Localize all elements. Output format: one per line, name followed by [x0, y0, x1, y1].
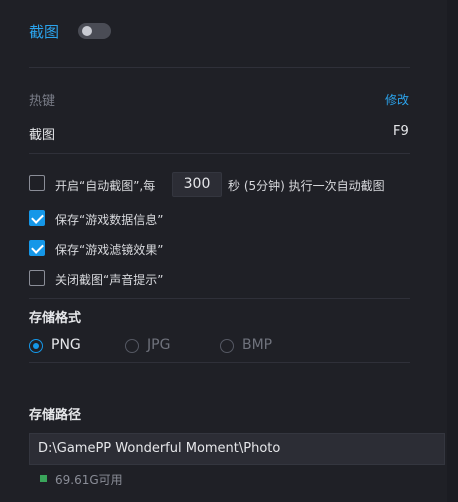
divider: [29, 362, 410, 363]
edit-hotkey-link[interactable]: 修改: [385, 91, 409, 108]
free-space-text: 69.61G可用: [55, 473, 123, 487]
format-jpg-label[interactable]: JPG: [147, 337, 170, 353]
save-filter-label: 保存“游戏滤镜效果”: [55, 243, 164, 257]
storage-path-field[interactable]: D:\GamePP Wonderful Moment\Photo: [29, 433, 445, 465]
screenshot-toggle[interactable]: [78, 23, 111, 39]
auto-capture-prefix: 开启“自动截图”,每: [55, 179, 156, 193]
storage-path-title: 存储路径: [29, 408, 82, 423]
auto-capture-checkbox[interactable]: [29, 175, 45, 191]
capture-interval-input[interactable]: 300: [172, 172, 222, 197]
format-bmp-radio[interactable]: [220, 339, 234, 353]
close-sound-label: 关闭截图“声音提示”: [55, 273, 164, 287]
save-game-info-label: 保存“游戏数据信息”: [55, 213, 164, 227]
divider: [29, 67, 410, 68]
format-png-label[interactable]: PNG: [51, 337, 81, 353]
format-section-title: 存储格式: [29, 311, 82, 326]
format-jpg-radio[interactable]: [125, 339, 139, 353]
free-space-indicator: [40, 475, 47, 482]
auto-capture-suffix: 秒 (5分钟) 执行一次自动截图: [228, 179, 385, 193]
hotkey-label: 热键: [29, 94, 56, 109]
scrollbar[interactable]: [447, 0, 458, 502]
divider: [29, 153, 410, 154]
screenshot-section-title: 截图: [29, 23, 60, 41]
close-sound-checkbox[interactable]: [29, 270, 45, 286]
save-game-info-checkbox[interactable]: [29, 210, 45, 226]
format-bmp-label[interactable]: BMP: [242, 337, 272, 353]
hotkey-value: F9: [393, 124, 409, 139]
hotkey-name: 截图: [29, 128, 56, 143]
format-png-radio[interactable]: [29, 339, 43, 353]
save-filter-checkbox[interactable]: [29, 240, 45, 256]
toggle-knob: [82, 26, 92, 36]
divider: [29, 298, 410, 299]
